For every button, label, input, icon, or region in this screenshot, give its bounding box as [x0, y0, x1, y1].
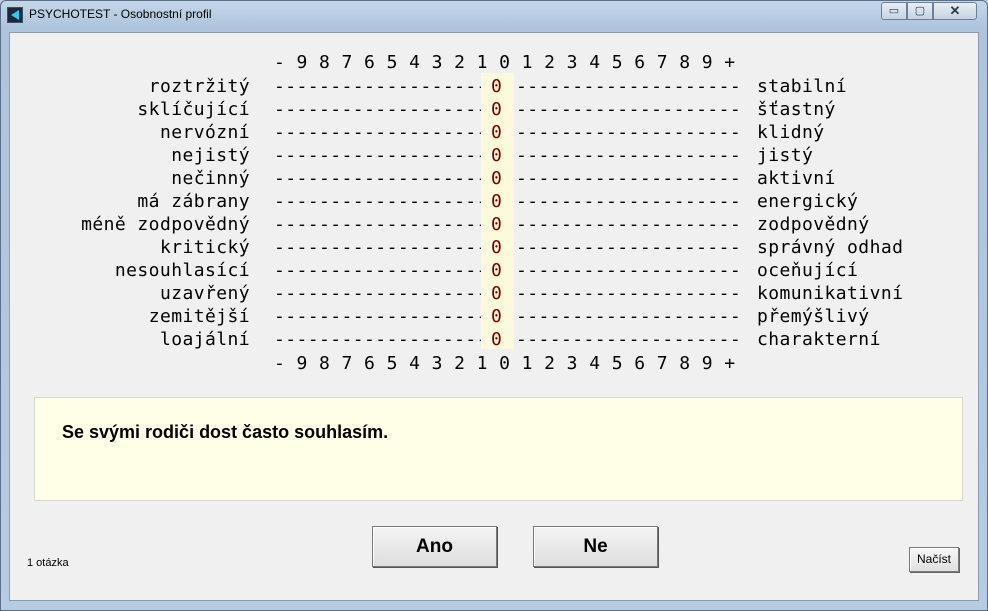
scale-dashes-left: --------------------	[274, 329, 500, 350]
scale-dashes-left: --------------------	[274, 145, 500, 166]
row-left-label: roztržitý	[148, 76, 250, 97]
profile-row: loajální -------------------- 0 -----------…	[10, 326, 980, 351]
question-text: Se svými rodiči dost často souhlasím.	[62, 422, 389, 442]
window-title: PSYCHOTEST - Osobnostní profil	[29, 7, 212, 21]
row-right-label: klidný	[757, 122, 825, 143]
row-value: 0	[491, 191, 503, 212]
row-value: 0	[491, 99, 503, 120]
row-left-label: kritický	[159, 237, 250, 258]
row-left-label: méně zodpovědný	[81, 214, 250, 235]
profile-row: méně zodpovědný -------------------- 0 ----…	[10, 211, 980, 236]
scale-dashes-left: --------------------	[274, 122, 500, 143]
scale-dashes-left: --------------------	[274, 214, 500, 235]
scale-dashes-right: --------------------	[516, 145, 742, 166]
scale-dashes-left: --------------------	[274, 260, 500, 281]
scale-dashes-left: --------------------	[274, 99, 500, 120]
row-left-label: sklíčující	[137, 99, 250, 120]
row-value: 0	[491, 76, 503, 97]
row-left-label: zemitější	[148, 306, 250, 327]
app-window: PSYCHOTEST - Osobnostní profil ▭ ▢ ✕ - 9…	[0, 0, 988, 611]
row-value: 0	[491, 237, 503, 258]
scale-header-top: - 9 8 7 6 5 4 3 2 1 0 1 2 3 4 5 6 7 8 9 …	[274, 52, 736, 73]
row-left-label: nesouhlasící	[114, 260, 250, 281]
row-value: 0	[491, 168, 503, 189]
profile-row: zemitější -------------------- 0 ----------…	[10, 303, 980, 328]
profile-row: nečinný -------------------- 0 ------------…	[10, 165, 980, 190]
row-left-label: nervózní	[159, 122, 250, 143]
yes-button[interactable]: Ano	[372, 526, 497, 567]
row-value: 0	[491, 214, 503, 235]
scale-dashes-right: --------------------	[516, 214, 742, 235]
row-right-label: energický	[757, 191, 859, 212]
minimize-button[interactable]: ▭	[881, 2, 907, 20]
row-right-label: oceňující	[757, 260, 859, 281]
question-counter: 1 otázka	[27, 557, 69, 569]
scale-dashes-right: --------------------	[516, 76, 742, 97]
app-icon	[7, 7, 23, 23]
row-left-label: loajální	[159, 329, 250, 350]
load-button[interactable]: Načíst	[909, 547, 959, 572]
row-value: 0	[491, 283, 503, 304]
scale-dashes-right: --------------------	[516, 260, 742, 281]
close-button[interactable]: ✕	[933, 2, 977, 20]
profile-row: roztržitý -------------------- 0 ----------…	[10, 73, 980, 98]
scale-dashes-right: --------------------	[516, 122, 742, 143]
scale-dashes-right: --------------------	[516, 306, 742, 327]
row-right-label: komunikativní	[757, 283, 904, 304]
profile-row: nejistý -------------------- 0 ------------…	[10, 142, 980, 167]
scale-dashes-left: --------------------	[274, 306, 500, 327]
scale-dashes-right: --------------------	[516, 283, 742, 304]
profile-row: uzavřený -------------------- 0 -----------…	[10, 280, 980, 305]
scale-dashes-right: --------------------	[516, 99, 742, 120]
scale-dashes-left: --------------------	[274, 283, 500, 304]
title-bar[interactable]: PSYCHOTEST - Osobnostní profil ▭ ▢ ✕	[1, 1, 987, 29]
row-left-label: nejistý	[171, 145, 250, 166]
row-left-label: uzavřený	[159, 283, 250, 304]
scale-dashes-right: --------------------	[516, 191, 742, 212]
profile-row: sklíčující -------------------- 0 ---------…	[10, 96, 980, 121]
row-value: 0	[491, 306, 503, 327]
row-value: 0	[491, 260, 503, 281]
profile-row: nervózní -------------------- 0 -----------…	[10, 119, 980, 144]
row-right-label: zodpovědný	[757, 214, 870, 235]
scale-dashes-left: --------------------	[274, 76, 500, 97]
scale-dashes-left: --------------------	[274, 191, 500, 212]
profile-row: kritický -------------------- 0 -----------…	[10, 234, 980, 259]
row-left-label: má zábrany	[137, 191, 250, 212]
client-area: - 9 8 7 6 5 4 3 2 1 0 1 2 3 4 5 6 7 8 9 …	[9, 32, 979, 601]
question-panel: Se svými rodiči dost často souhlasím.	[34, 397, 963, 501]
row-right-label: jistý	[757, 145, 814, 166]
scale-dashes-right: --------------------	[516, 329, 742, 350]
row-value: 0	[491, 145, 503, 166]
row-right-label: charakterní	[757, 329, 881, 350]
scale-dashes-left: --------------------	[274, 237, 500, 258]
scale-header-bottom: - 9 8 7 6 5 4 3 2 1 0 1 2 3 4 5 6 7 8 9 …	[274, 353, 736, 374]
no-button[interactable]: Ne	[533, 526, 658, 567]
profile-row: má zábrany -------------------- 0 ---------…	[10, 188, 980, 213]
row-right-label: správný odhad	[757, 237, 904, 258]
row-right-label: aktivní	[757, 168, 836, 189]
scale-dashes-right: --------------------	[516, 237, 742, 258]
profile-row: nesouhlasící -------------------- 0 -------…	[10, 257, 980, 282]
row-right-label: stabilní	[757, 76, 848, 97]
maximize-button[interactable]: ▢	[907, 2, 933, 20]
row-left-label: nečinný	[171, 168, 250, 189]
row-right-label: šťastný	[757, 99, 836, 120]
scale-dashes-right: --------------------	[516, 168, 742, 189]
row-value: 0	[491, 329, 503, 350]
scale-dashes-left: --------------------	[274, 168, 500, 189]
row-value: 0	[491, 122, 503, 143]
row-right-label: přemýšlivý	[757, 306, 870, 327]
